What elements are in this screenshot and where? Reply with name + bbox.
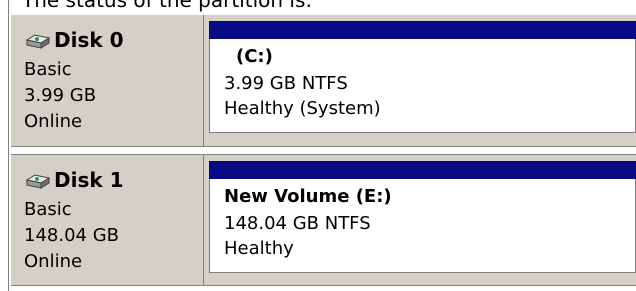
volume-label-e: New Volume (E:) bbox=[224, 186, 392, 207]
row-separator bbox=[11, 146, 636, 155]
disk-status-0: Online bbox=[24, 111, 83, 132]
disk-row-0[interactable]: Disk 0 Basic 3.99 GB Online (C:) 3.99 GB… bbox=[11, 15, 636, 146]
left-border bbox=[0, 0, 9, 291]
partition-header-bar bbox=[209, 161, 636, 179]
disk-type-1: Basic bbox=[24, 199, 72, 220]
volume-fs-c: 3.99 GB NTFS bbox=[224, 73, 348, 94]
disk-status-1: Online bbox=[24, 251, 83, 272]
volume-health-c: Healthy (System) bbox=[224, 98, 381, 119]
disk-name-0: Disk 0 bbox=[54, 28, 124, 52]
disk-drive-icon bbox=[24, 170, 52, 190]
disk-info-1[interactable]: Disk 1 Basic 148.04 GB Online bbox=[11, 155, 204, 285]
disk-type-0: Basic bbox=[24, 59, 72, 80]
disk-title-1: Disk 1 bbox=[24, 165, 203, 195]
disk-size-0: 3.99 GB bbox=[24, 85, 97, 106]
disk-title-0: Disk 0 bbox=[24, 25, 203, 55]
bottom-border bbox=[11, 285, 636, 291]
disk-info-0[interactable]: Disk 0 Basic 3.99 GB Online bbox=[11, 15, 204, 146]
partition-status-caption: The status of the partition is: bbox=[22, 0, 313, 12]
disk-drive-icon bbox=[24, 30, 52, 50]
disk-name-1: Disk 1 bbox=[54, 168, 124, 192]
disk-management-view: The status of the partition is: Disk 0 B… bbox=[0, 0, 636, 291]
volume-label-c: (C:) bbox=[236, 46, 273, 67]
disk-row-1[interactable]: Disk 1 Basic 148.04 GB Online New Volume… bbox=[11, 155, 636, 285]
partition-c[interactable]: (C:) 3.99 GB NTFS Healthy (System) bbox=[209, 15, 636, 146]
partition-header-bar bbox=[209, 21, 636, 39]
volume-fs-e: 148.04 GB NTFS bbox=[224, 213, 371, 234]
partition-e[interactable]: New Volume (E:) 148.04 GB NTFS Healthy bbox=[209, 155, 636, 285]
partition-box-e[interactable]: New Volume (E:) 148.04 GB NTFS Healthy bbox=[209, 179, 636, 273]
volume-health-e: Healthy bbox=[224, 238, 294, 259]
disk-size-1: 148.04 GB bbox=[24, 225, 120, 246]
partition-box-c[interactable]: (C:) 3.99 GB NTFS Healthy (System) bbox=[209, 39, 636, 133]
